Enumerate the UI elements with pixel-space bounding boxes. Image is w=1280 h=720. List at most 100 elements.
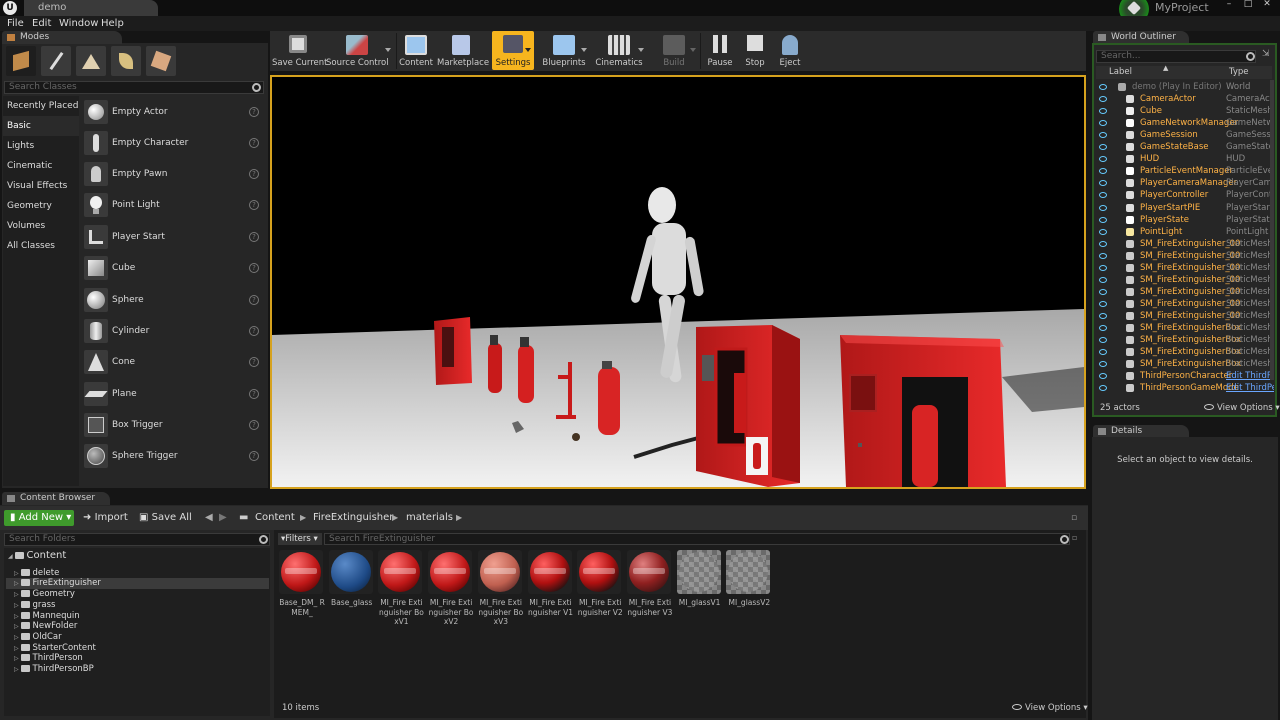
folder-item[interactable]: ▷ grass — [6, 600, 269, 611]
eye-icon[interactable] — [1099, 180, 1107, 187]
category-recently-placed[interactable]: Recently Placed — [3, 96, 79, 116]
category-visual-effects[interactable]: Visual Effects — [3, 176, 79, 196]
outliner-row[interactable]: PlayerController PlayerContro — [1096, 189, 1274, 201]
eye-icon[interactable] — [1099, 168, 1107, 175]
eye-icon[interactable] — [1099, 108, 1107, 115]
chevron-down-icon[interactable] — [581, 48, 587, 52]
eye-icon[interactable] — [1099, 192, 1107, 199]
help-icon[interactable]: ? — [249, 357, 259, 367]
asset-tile[interactable]: MI_Fire Extinguisher V2 — [577, 550, 623, 617]
stop-button[interactable]: Stop — [739, 31, 771, 70]
eye-icon[interactable] — [1099, 385, 1107, 392]
menu-window[interactable]: Window — [59, 16, 98, 31]
asset-tile[interactable]: Base_glass — [328, 550, 375, 608]
outliner-row[interactable]: GameSession GameSession — [1096, 129, 1274, 141]
place-mode-button[interactable] — [6, 46, 36, 76]
outliner-row-type[interactable]: Edit ThirdPe — [1226, 382, 1274, 394]
outliner-row[interactable]: SM_FireExtinguisherBoxStaticMeshAc — [1096, 358, 1274, 370]
marketplace-button[interactable]: Marketplace — [437, 31, 489, 70]
eye-icon[interactable] — [1099, 312, 1107, 319]
category-volumes[interactable]: Volumes — [3, 216, 79, 236]
outliner-row[interactable]: PlayerState PlayerState — [1096, 214, 1274, 226]
folder-item[interactable]: ▷ OldCar — [6, 632, 269, 643]
help-icon[interactable]: ? — [249, 295, 259, 305]
folder-item[interactable]: ◢ Content — [6, 550, 269, 563]
outliner-row[interactable]: SM_FireExtinguisher_00StaticMeshAc — [1096, 238, 1274, 250]
expand-arrow-icon[interactable]: ▷ — [14, 645, 21, 652]
outliner-row[interactable]: SM_FireExtinguisher_00StaticMeshAc — [1096, 286, 1274, 298]
breadcrumb-fireextinguisher[interactable]: FireExtinguisher — [313, 510, 393, 526]
folder-item[interactable]: ▷ FireExtinguisher — [6, 578, 269, 589]
asset-search-input[interactable]: Search FireExtinguisher — [324, 533, 1070, 545]
forward-arrow-icon[interactable]: ▶ — [219, 510, 229, 526]
outliner-row[interactable]: CameraActor CameraActor — [1096, 93, 1274, 105]
asset-tile[interactable]: MI_glassV2 — [726, 550, 772, 608]
eye-icon[interactable] — [1099, 228, 1107, 235]
folder-item[interactable]: ▷ StarterContent — [6, 643, 269, 654]
col-label-header[interactable]: Label — [1109, 66, 1132, 79]
expand-arrow-icon[interactable]: ▷ — [14, 613, 21, 620]
eye-icon[interactable] — [1099, 288, 1107, 295]
outliner-row[interactable]: SM_FireExtinguisher_00StaticMeshAc — [1096, 250, 1274, 262]
menu-help[interactable]: Help — [101, 16, 124, 31]
asset-tile[interactable]: MI_Fire Extinguisher BoxV3 — [477, 550, 524, 627]
help-icon[interactable]: ? — [249, 451, 259, 461]
import-button[interactable]: ➜ Import — [83, 510, 133, 526]
help-icon[interactable]: ? — [249, 420, 259, 430]
category-all-classes[interactable]: All Classes — [3, 236, 79, 256]
expand-arrow-icon[interactable]: ▷ — [14, 602, 21, 609]
eye-icon[interactable] — [1099, 252, 1107, 259]
help-icon[interactable]: ? — [249, 138, 259, 148]
geometry-mode-button[interactable] — [146, 46, 176, 76]
expand-arrow-icon[interactable]: ▷ — [14, 666, 21, 673]
class-item-plane[interactable]: Plane? — [82, 379, 265, 410]
lock-icon[interactable]: ▫ — [1071, 510, 1077, 526]
fire-extinguisher-2[interactable] — [518, 337, 534, 403]
asset-tile[interactable]: MI_Fire Extinguisher V3 — [626, 550, 673, 617]
expand-arrow-icon[interactable]: ▷ — [14, 623, 21, 630]
eye-icon[interactable] — [1099, 240, 1107, 247]
class-item-empty-actor[interactable]: Empty Actor? — [82, 97, 265, 128]
outliner-settings-icon[interactable]: ⇲ — [1262, 49, 1272, 59]
fire-extinguisher-box-2[interactable] — [840, 335, 1006, 487]
small-extinguisher-box[interactable] — [434, 317, 472, 385]
asset-tile[interactable]: Base_DM_ RMEM_ — [279, 550, 325, 617]
asset-tile[interactable]: MI_Fire Extinguisher V1 — [527, 550, 574, 617]
class-item-point-light[interactable]: Point Light? — [82, 190, 265, 221]
expand-arrow-icon[interactable]: ▷ — [14, 580, 21, 587]
content-button[interactable]: Content — [398, 31, 434, 70]
folder-item[interactable]: ▷ ThirdPersonBP — [6, 664, 269, 675]
outliner-row[interactable]: PlayerCameraManagerPlayerCamer — [1096, 177, 1274, 189]
menu-edit[interactable]: Edit — [32, 16, 51, 31]
settings-button[interactable]: Settings — [492, 31, 534, 70]
asset-tile[interactable]: MI_Fire Extinguisher BoxV2 — [428, 550, 474, 627]
outliner-row[interactable]: SM_FireExtinguisherBoxStaticMeshAc — [1096, 346, 1274, 358]
outliner-view-options[interactable]: View Options ▾ — [1204, 402, 1280, 414]
help-icon[interactable]: ? — [249, 169, 259, 179]
outliner-row[interactable]: SM_FireExtinguisher_00StaticMeshAc — [1096, 262, 1274, 274]
class-item-cylinder[interactable]: Cylinder? — [82, 316, 265, 347]
class-item-player-start[interactable]: Player Start? — [82, 222, 265, 253]
expand-arrow-icon[interactable]: ▷ — [14, 591, 21, 598]
fire-extinguisher-box-1[interactable] — [696, 325, 800, 487]
chevron-down-icon[interactable] — [525, 48, 531, 52]
cinematics-button[interactable]: Cinematics — [592, 31, 646, 70]
outliner-row[interactable]: GameStateBase GameStateBa — [1096, 141, 1274, 153]
help-icon[interactable]: ? — [249, 326, 259, 336]
viewport[interactable] — [270, 75, 1086, 489]
eye-icon[interactable] — [1099, 373, 1107, 380]
eye-icon[interactable] — [1099, 84, 1107, 90]
maximize-button[interactable]: □ — [1240, 0, 1256, 10]
add-new-button[interactable]: ▮ Add New ▾ — [4, 510, 74, 526]
source-control-button[interactable]: Source Control — [326, 31, 391, 70]
chevron-down-icon[interactable] — [638, 48, 644, 52]
eye-icon[interactable] — [1099, 216, 1107, 223]
chevron-down-icon[interactable] — [385, 48, 391, 52]
breadcrumb-materials[interactable]: materials — [406, 510, 456, 526]
outliner-row[interactable]: ParticleEventManagerParticleEvent — [1096, 165, 1274, 177]
class-item-cone[interactable]: Cone? — [82, 347, 265, 378]
eye-icon[interactable] — [1099, 204, 1107, 211]
category-basic[interactable]: Basic — [3, 116, 79, 136]
eject-button[interactable]: Eject — [774, 31, 806, 70]
save-all-button[interactable]: ▣ Save All — [139, 510, 195, 526]
